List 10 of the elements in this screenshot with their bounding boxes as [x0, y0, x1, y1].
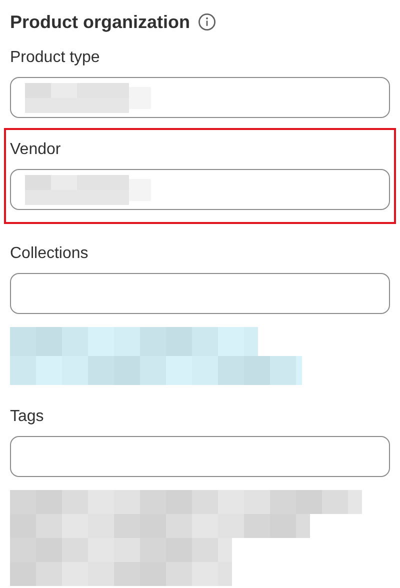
input-field[interactable] — [10, 77, 390, 118]
field-label: Product type — [10, 48, 100, 68]
info-icon[interactable] — [198, 13, 216, 31]
field-label: Tags — [10, 407, 44, 427]
input-field[interactable] — [10, 436, 390, 477]
field-label: Collections — [10, 244, 88, 264]
section-title: Product organization — [10, 11, 190, 34]
input-field[interactable] — [10, 169, 390, 210]
field-label: Vendor — [10, 140, 61, 160]
input-field[interactable] — [10, 273, 390, 314]
